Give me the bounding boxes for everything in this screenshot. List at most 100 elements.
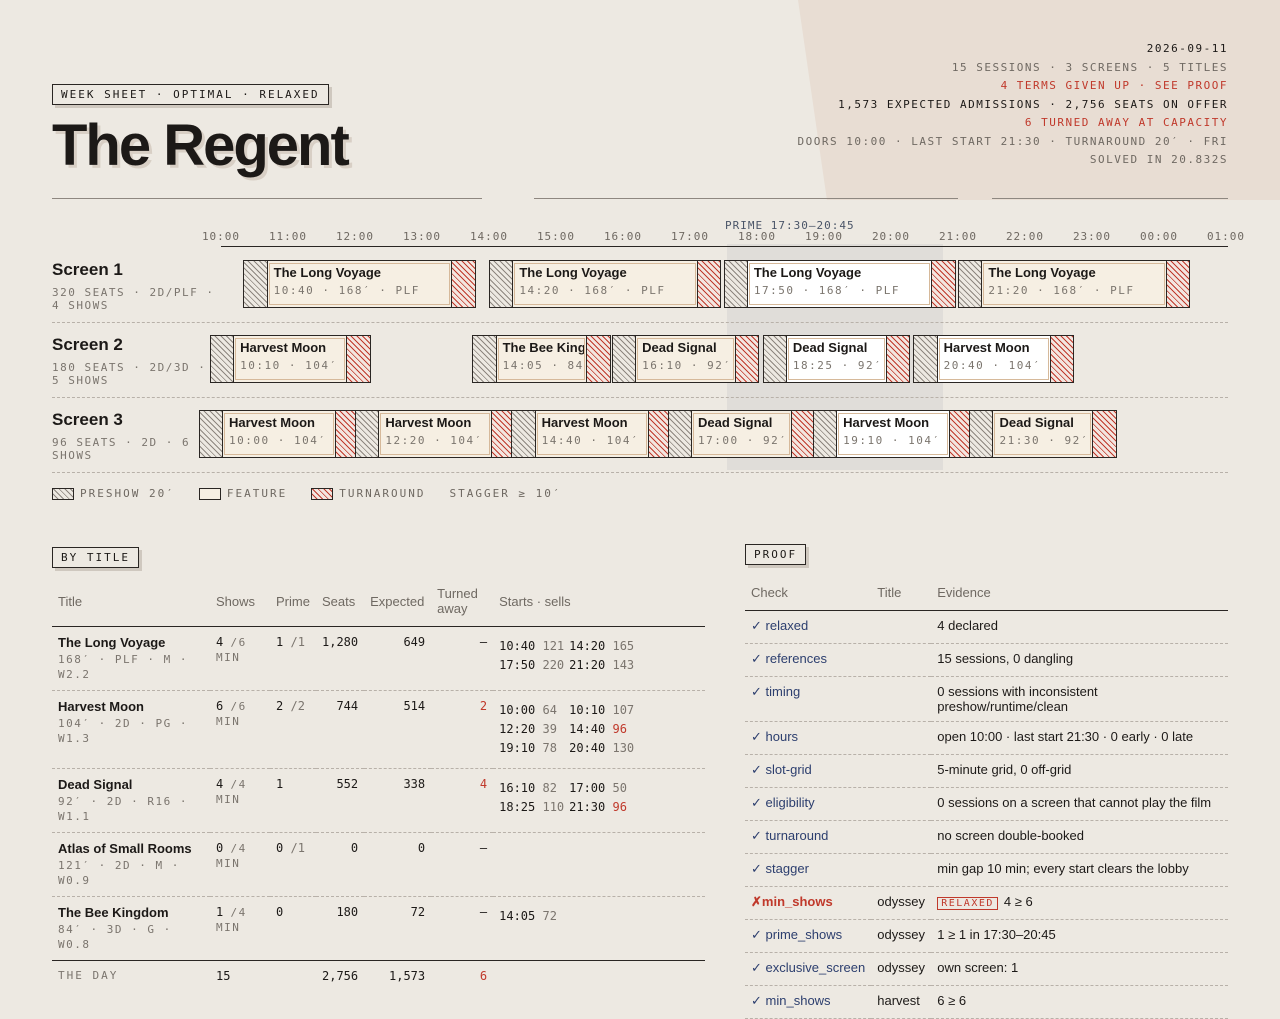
check-pass-icon: ✓ bbox=[751, 618, 762, 633]
tick-label: 21:00 bbox=[938, 230, 978, 243]
proof-header-row: Check Title Evidence bbox=[745, 574, 1228, 611]
turnaround-segment bbox=[1092, 411, 1116, 457]
header-rule-right bbox=[992, 198, 1228, 199]
time-axis bbox=[221, 246, 1228, 247]
start-time: 17:00 bbox=[569, 781, 606, 795]
check-pass-icon: ✓ bbox=[751, 684, 762, 699]
screen-name: Screen 2 bbox=[52, 335, 123, 354]
col-shows: Shows bbox=[210, 576, 270, 627]
tick-label: 19:00 bbox=[804, 230, 844, 243]
proof-row: ✓ slot-grid 5-minute grid, 0 off-grid bbox=[745, 754, 1228, 788]
preshow-segment bbox=[490, 261, 514, 307]
feature-segment: Dead Signal 21:30 · 92′ bbox=[994, 413, 1092, 455]
expected-value: 338 bbox=[364, 768, 432, 833]
session-meta: 21:30 · 92′ bbox=[999, 434, 1089, 447]
session-title: Harvest Moon bbox=[541, 415, 628, 430]
check-pass-icon: ✓ bbox=[751, 795, 762, 810]
shows-count: 4 bbox=[216, 777, 224, 791]
check-evidence: 15 sessions, 0 dangling bbox=[937, 651, 1074, 666]
start-sells: 50 bbox=[612, 781, 627, 795]
seats-value: 180 bbox=[316, 896, 365, 961]
check-evidence: 0 sessions on a screen that cannot play … bbox=[937, 795, 1212, 810]
col-expected: Expected bbox=[364, 576, 432, 627]
tick-label: 22:00 bbox=[1005, 230, 1045, 243]
session-block[interactable]: The Long Voyage 17:50 · 168′ · PLF bbox=[723, 260, 956, 308]
start-time: 14:20 bbox=[569, 639, 606, 653]
start-time: 19:10 bbox=[499, 741, 536, 755]
check-evidence: own screen: 1 bbox=[937, 960, 1019, 975]
session-block[interactable]: Harvest Moon 14:40 · 104′ bbox=[511, 410, 673, 458]
turnaround-segment bbox=[696, 261, 721, 307]
check-name: slot-grid bbox=[765, 762, 812, 777]
check-evidence: no screen double-booked bbox=[937, 828, 1084, 843]
turnaround-segment bbox=[885, 336, 909, 382]
session-block[interactable]: Dead Signal 21:30 · 92′ bbox=[969, 410, 1117, 458]
col-starts: Starts · sells bbox=[493, 576, 705, 627]
start-sells: 110 bbox=[542, 800, 565, 814]
start-sells: 39 bbox=[542, 722, 557, 736]
preshow-segment bbox=[473, 336, 497, 382]
start-sells: 78 bbox=[542, 741, 557, 755]
turned-value: 4 bbox=[431, 768, 494, 833]
session-title: The Long Voyage bbox=[988, 265, 1096, 280]
sheet-stamp: WEEK SHEET · OPTIMAL · RELAXED bbox=[52, 84, 329, 105]
feature-segment: Harvest Moon 19:10 · 104′ bbox=[838, 413, 949, 455]
proof-row: ✓ references 15 sessions, 0 dangling bbox=[745, 643, 1228, 677]
session-block[interactable]: Harvest Moon 19:10 · 104′ bbox=[812, 410, 974, 458]
feature-segment: Dead Signal 16:10 · 92′ bbox=[637, 338, 734, 380]
session-block[interactable]: The Long Voyage 10:40 · 168′ · PLF bbox=[243, 260, 476, 308]
proof-row: ✓ hours open 10:00 · last start 21:30 · 0… bbox=[745, 721, 1228, 755]
tick-label: 20:00 bbox=[871, 230, 911, 243]
total-expected: 1,573 bbox=[364, 960, 432, 991]
session-title: Harvest Moon bbox=[228, 415, 315, 430]
start-time: 21:30 bbox=[569, 800, 606, 814]
seats-value: 552 bbox=[316, 768, 365, 833]
col-evidence: Evidence bbox=[931, 574, 1228, 611]
legend-stagger: STAGGER ≥ 10′ bbox=[449, 487, 562, 500]
session-meta: 14:40 · 104′ bbox=[541, 434, 640, 447]
start-sells: 165 bbox=[612, 639, 635, 653]
session-block[interactable]: Harvest Moon 10:00 · 104′ bbox=[198, 410, 360, 458]
prime-count: 0 bbox=[276, 841, 284, 855]
start-sells: 121 bbox=[542, 639, 565, 653]
feature-segment: Harvest Moon 10:00 · 104′ bbox=[223, 413, 335, 455]
session-block[interactable]: Dead Signal 18:25 · 92′ bbox=[762, 335, 910, 383]
session-block[interactable]: Dead Signal 17:00 · 92′ bbox=[667, 410, 816, 458]
proof-heading: PROOF bbox=[745, 544, 807, 565]
session-block[interactable]: The Long Voyage 14:20 · 168′ · PLF bbox=[489, 260, 722, 308]
prime-min: /2 bbox=[290, 699, 305, 713]
check-title bbox=[871, 754, 932, 788]
title-specs: 104′ · 2D · PG · W1.3 bbox=[58, 717, 188, 745]
session-block[interactable]: The Bee King 14:05 · 84′ bbox=[472, 335, 611, 383]
title-row: Dead Signal 92′ · 2D · R16 · W1.1 4 /4 MIN… bbox=[52, 768, 705, 833]
shows-count: 6 bbox=[216, 699, 224, 713]
check-evidence: 0 sessions with inconsistent preshow/run… bbox=[937, 684, 1098, 714]
session-block[interactable]: Harvest Moon 10:10 · 104′ bbox=[209, 335, 371, 383]
start-time: 16:10 bbox=[499, 781, 536, 795]
check-title bbox=[871, 643, 932, 677]
turnaround-segment bbox=[346, 336, 370, 382]
preshow-segment bbox=[959, 261, 983, 307]
check-title: odyssey bbox=[871, 952, 932, 986]
check-name: relaxed bbox=[765, 618, 809, 633]
check-pass-icon: ✓ bbox=[751, 828, 762, 843]
check-evidence: 4 declared bbox=[937, 618, 998, 633]
check-name: stagger bbox=[765, 861, 809, 876]
session-meta: 18:25 · 92′ bbox=[792, 359, 883, 372]
session-title: Dead Signal bbox=[642, 340, 717, 355]
check-evidence: 6 ≥ 6 bbox=[937, 993, 967, 1008]
check-name: hours bbox=[765, 729, 799, 744]
preshow-segment bbox=[244, 261, 268, 307]
proof-row: ✓ stagger min gap 10 min; every start cle… bbox=[745, 853, 1228, 887]
session-title: The Long Voyage bbox=[273, 265, 382, 280]
start-time: 21:20 bbox=[569, 658, 606, 672]
meta-relaxed: 4 TERMS GIVEN UP · SEE PROOF bbox=[1000, 79, 1228, 92]
session-block[interactable]: Harvest Moon 12:20 · 104′ bbox=[355, 410, 516, 458]
session-block[interactable]: Dead Signal 16:10 · 92′ bbox=[611, 335, 760, 383]
title-row: The Long Voyage 168′ · PLF · M · W2.2 4 /6… bbox=[52, 626, 705, 691]
session-block[interactable]: Harvest Moon 20:40 · 104′ bbox=[913, 335, 1075, 383]
turnaround-segment bbox=[931, 261, 955, 307]
session-title: Harvest Moon bbox=[385, 415, 472, 430]
session-block[interactable]: The Long Voyage 21:20 · 168′ · PLF bbox=[958, 260, 1191, 308]
feature-segment: The Long Voyage 21:20 · 168′ · PLF bbox=[983, 263, 1165, 305]
